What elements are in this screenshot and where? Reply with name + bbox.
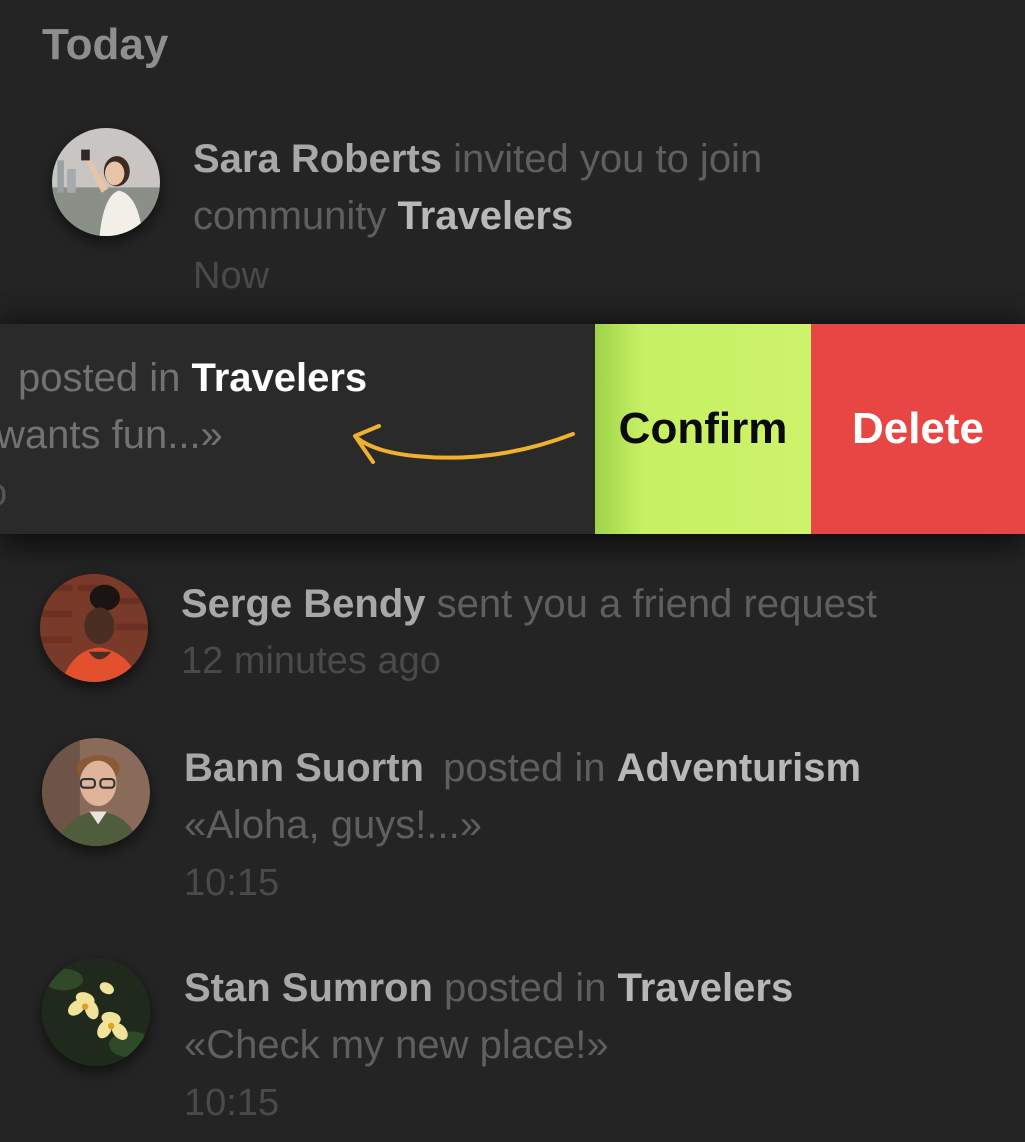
user-name[interactable]: Sara Roberts [193, 137, 442, 181]
user-name[interactable]: Bann Suortn [184, 746, 424, 790]
community-link[interactable]: Travelers [191, 356, 367, 400]
swiped-notification[interactable]: posted in Travelers wants fun...» o Conf… [0, 324, 1025, 534]
action-text: sent you a friend request [436, 582, 877, 626]
notification-item[interactable]: Sara Roberts invited you to join communi… [0, 120, 1025, 310]
action-text: community [193, 194, 387, 238]
timestamp: o [0, 469, 7, 517]
post-excerpt: «Check my new place!» [184, 1023, 609, 1067]
community-link[interactable]: Travelers [398, 194, 574, 238]
timestamp: 12 minutes ago [181, 640, 441, 682]
community-link[interactable]: Adventurism [617, 746, 862, 790]
notification-item[interactable]: Serge Bendy sent you a friend request 12… [0, 560, 1025, 700]
post-excerpt: wants fun...» [0, 413, 223, 457]
notification-item[interactable]: posted in Travelers wants fun...» o [0, 324, 595, 534]
timestamp: 10:15 [184, 862, 280, 904]
avatar[interactable] [40, 574, 148, 682]
action-text: invited you to join [453, 137, 763, 181]
timestamp: 10:15 [184, 1082, 280, 1124]
section-title: Today [42, 20, 169, 69]
avatar[interactable] [42, 738, 150, 846]
notification-item[interactable]: Stan Sumron posted in Travelers «Check m… [0, 946, 1025, 1136]
user-name[interactable]: Stan Sumron [184, 966, 433, 1010]
user-name[interactable]: Serge Bendy [181, 582, 426, 626]
community-link[interactable]: Travelers [618, 966, 794, 1010]
action-text: posted in [18, 356, 181, 400]
action-text: posted in [443, 746, 606, 790]
post-excerpt: «Aloha, guys!...» [184, 803, 482, 847]
notification-item[interactable]: Bann Suortn posted in Adventurism «Aloha… [0, 726, 1025, 916]
delete-button[interactable]: Delete [811, 324, 1025, 534]
avatar[interactable] [52, 128, 160, 236]
confirm-button[interactable]: Confirm [595, 324, 811, 534]
swipe-arrow-icon [353, 424, 575, 464]
action-text: posted in [444, 966, 607, 1010]
timestamp: Now [193, 255, 270, 297]
avatar[interactable] [42, 958, 150, 1066]
